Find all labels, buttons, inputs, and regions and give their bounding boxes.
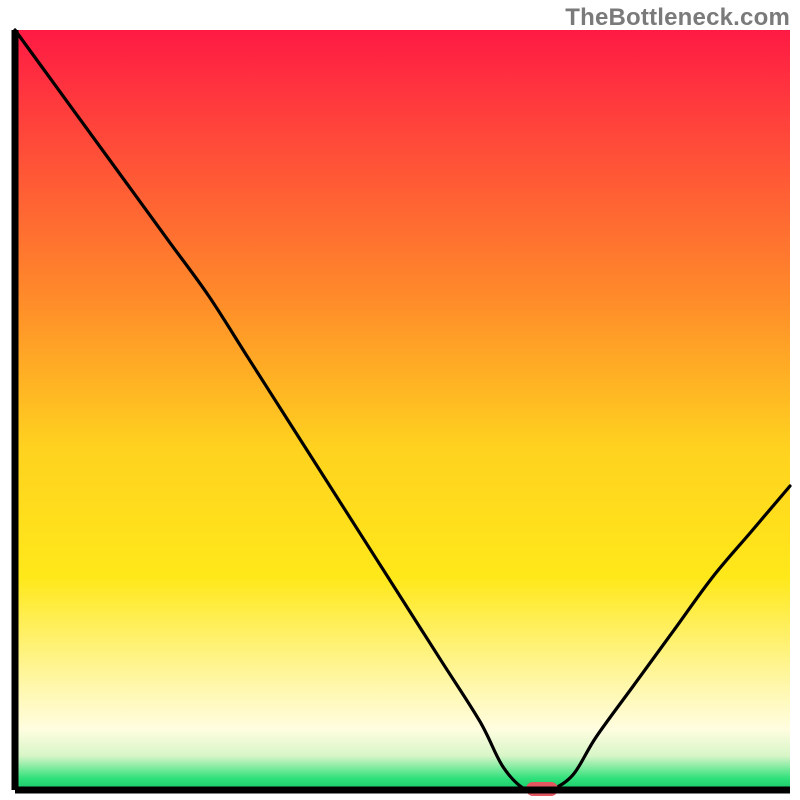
chart-container: TheBottleneck.com xyxy=(0,0,800,800)
watermark-text: TheBottleneck.com xyxy=(565,4,790,32)
bottleneck-chart xyxy=(0,0,800,800)
plot-gradient-background xyxy=(15,30,790,790)
